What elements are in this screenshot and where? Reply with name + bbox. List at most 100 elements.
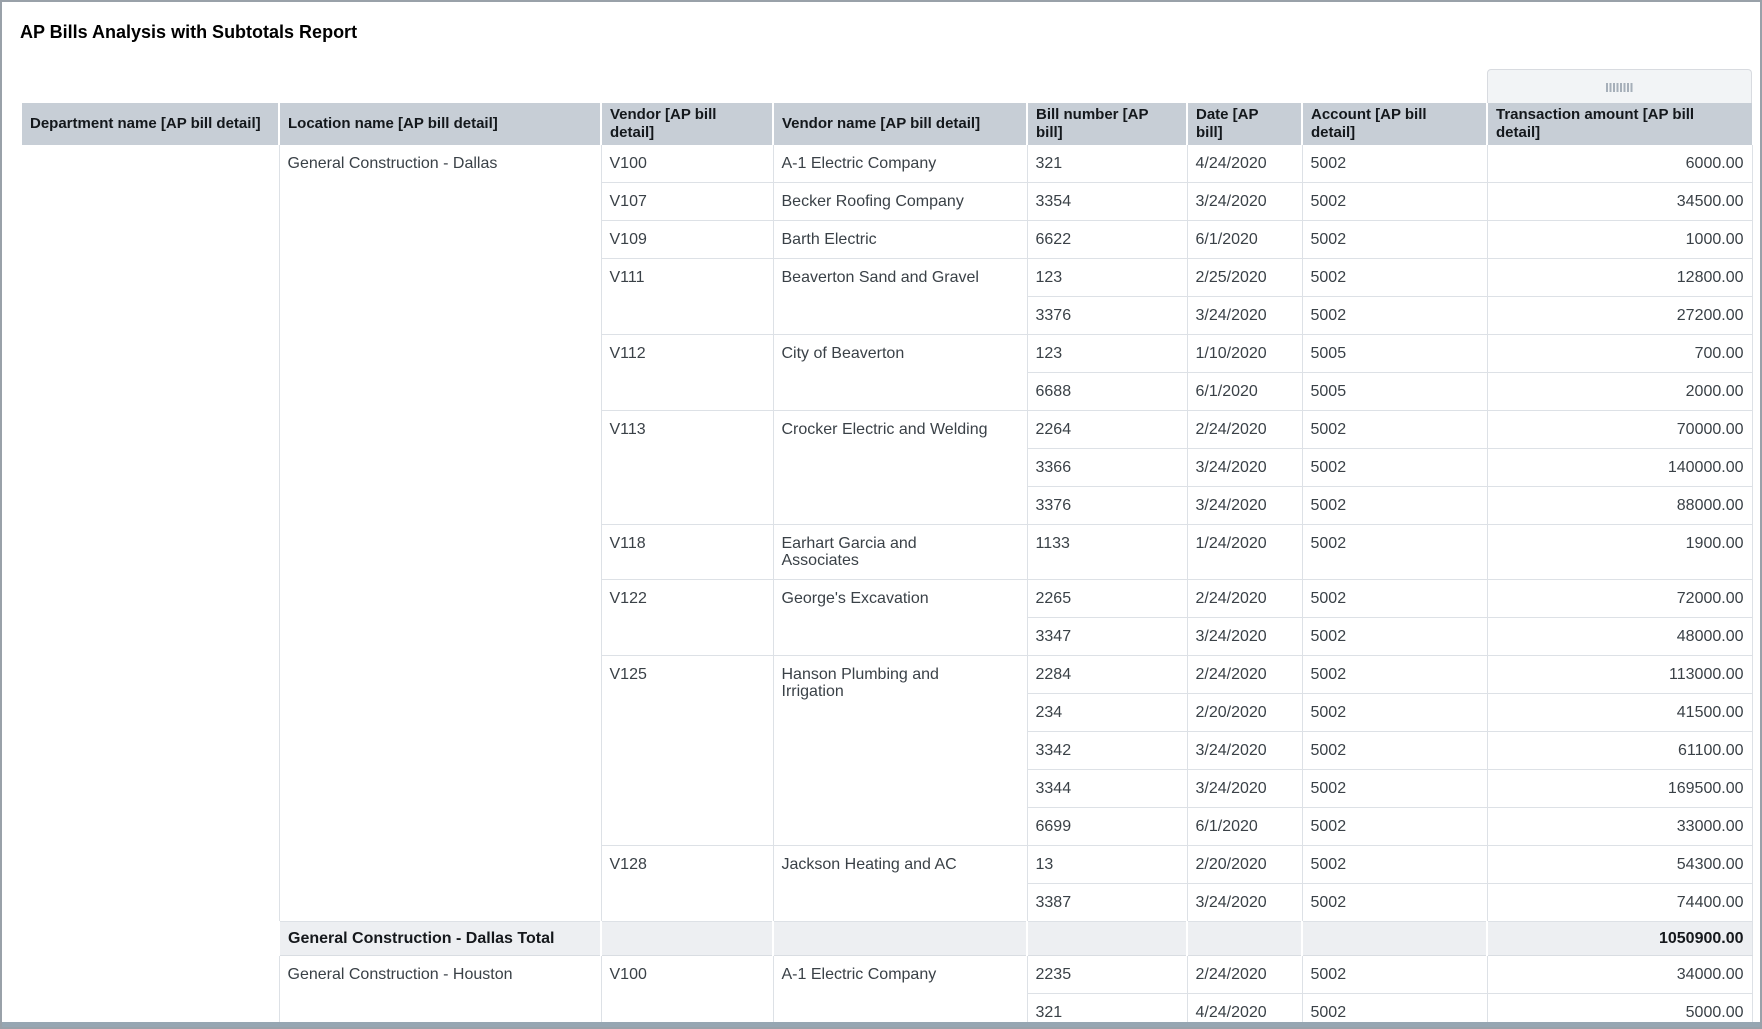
cell-date: 3/24/2020 [1187,183,1302,221]
cell-amount: 33000.00 [1487,808,1752,846]
subtotal-amount: 1050900.00 [1487,922,1752,956]
column-header-5: Bill number [AP bill] [1027,103,1187,145]
table-row: General Construction - DallasV100A-1 Ele… [22,145,1752,183]
cell-bill-number: 123 [1027,335,1187,373]
cell-bill-number: 1133 [1027,525,1187,580]
cell-vendor-name: George's Excavation [773,580,1027,656]
cell-account: 5002 [1302,221,1487,259]
cell-account: 5002 [1302,449,1487,487]
cell-bill-number: 3376 [1027,487,1187,525]
cell-account: 5002 [1302,770,1487,808]
cell-date: 2/24/2020 [1187,656,1302,694]
cell-amount: 70000.00 [1487,411,1752,449]
cell-account: 5002 [1302,487,1487,525]
cell-vendor: V111 [601,259,773,335]
report-window: AP Bills Analysis with Subtotals Report … [0,0,1762,1029]
table-header: Department name [AP bill detail]Location… [22,103,1752,145]
cell-vendor-name: Hanson Plumbing and Irrigation [773,656,1027,846]
cell-date: 6/1/2020 [1187,808,1302,846]
cell-bill-number [1027,922,1187,956]
column-header-7: Account [AP bill detail] [1302,103,1487,145]
cell-bill-number: 2264 [1027,411,1187,449]
column-header-8: Transaction amount [AP bill detail] [1487,103,1752,145]
cell-vendor: V118 [601,525,773,580]
cell-account: 5002 [1302,259,1487,297]
cell-bill-number: 13 [1027,846,1187,884]
cell-vendor: V107 [601,183,773,221]
cell-date: 6/1/2020 [1187,373,1302,411]
cell-account [1302,922,1487,956]
cell-date: 2/24/2020 [1187,580,1302,618]
header-row: Department name [AP bill detail]Location… [22,103,1752,145]
cell-date: 2/24/2020 [1187,956,1302,994]
cell-vendor-name: A-1 Electric Company [773,145,1027,183]
cell-account: 5005 [1302,373,1487,411]
column-header-4: Vendor name [AP bill detail] [773,103,1027,145]
cell-vendor-name: Beaverton Sand and Gravel [773,259,1027,335]
column-resize-widget[interactable] [1487,69,1752,104]
grip-icon[interactable] [1606,83,1633,92]
cell-vendor: V112 [601,335,773,411]
cell-date: 2/24/2020 [1187,411,1302,449]
cell-date: 3/24/2020 [1187,618,1302,656]
cell-vendor: V113 [601,411,773,525]
column-header-1: Department name [AP bill detail] [22,103,279,145]
cell-date: 3/24/2020 [1187,770,1302,808]
column-header-3: Vendor [AP bill detail] [601,103,773,145]
cell-date: 6/1/2020 [1187,221,1302,259]
cell-date: 1/24/2020 [1187,525,1302,580]
cell-bill-number: 2265 [1027,580,1187,618]
cell-bill-number: 2284 [1027,656,1187,694]
cell-vendor-name: Jackson Heating and AC [773,846,1027,922]
cell-amount: 41500.00 [1487,694,1752,732]
cell-date: 2/20/2020 [1187,694,1302,732]
cell-amount: 6000.00 [1487,145,1752,183]
cell-account: 5002 [1302,297,1487,335]
cell-vendor-name: Becker Roofing Company [773,183,1027,221]
cell-bill-number: 3344 [1027,770,1187,808]
cell-date: 1/10/2020 [1187,335,1302,373]
cell-bill-number: 3354 [1027,183,1187,221]
horizontal-scrollbar-edge [2,1022,1760,1027]
cell-vendor-name: City of Beaverton [773,335,1027,411]
cell-department [22,956,279,1029]
cell-bill-number: 321 [1027,145,1187,183]
cell-account: 5002 [1302,656,1487,694]
cell-bill-number: 6699 [1027,808,1187,846]
cell-bill-number: 3366 [1027,449,1187,487]
cell-amount: 72000.00 [1487,580,1752,618]
cell-amount: 12800.00 [1487,259,1752,297]
report-table: Department name [AP bill detail]Location… [22,103,1753,1029]
cell-amount: 700.00 [1487,335,1752,373]
cell-date: 4/24/2020 [1187,145,1302,183]
subtotal-row: General Construction - Dallas Total 10509… [22,922,1752,956]
cell-vendor: V109 [601,221,773,259]
cell-amount: 140000.00 [1487,449,1752,487]
cell-vendor: V122 [601,580,773,656]
cell-department [22,922,279,956]
cell-account: 5002 [1302,694,1487,732]
cell-department [22,145,279,922]
cell-bill-number: 3387 [1027,884,1187,922]
cell-bill-number: 234 [1027,694,1187,732]
column-header-6: Date [AP bill] [1187,103,1302,145]
cell-amount: 54300.00 [1487,846,1752,884]
table-body: General Construction - DallasV100A-1 Ele… [22,145,1752,1029]
cell-amount: 2000.00 [1487,373,1752,411]
cell-date: 3/24/2020 [1187,297,1302,335]
cell-amount: 27200.00 [1487,297,1752,335]
cell-vendor: V100 [601,145,773,183]
cell-location: General Construction - Houston [279,956,601,1029]
cell-date: 3/24/2020 [1187,487,1302,525]
cell-location: General Construction - Dallas [279,145,601,922]
cell-amount: 74400.00 [1487,884,1752,922]
subtotal-label: General Construction - Dallas Total [279,922,601,956]
cell-account: 5002 [1302,411,1487,449]
cell-vendor-name: Barth Electric [773,221,1027,259]
cell-date [1187,922,1302,956]
cell-account: 5002 [1302,525,1487,580]
cell-account: 5002 [1302,884,1487,922]
cell-bill-number: 123 [1027,259,1187,297]
cell-amount: 1900.00 [1487,525,1752,580]
cell-account: 5002 [1302,183,1487,221]
